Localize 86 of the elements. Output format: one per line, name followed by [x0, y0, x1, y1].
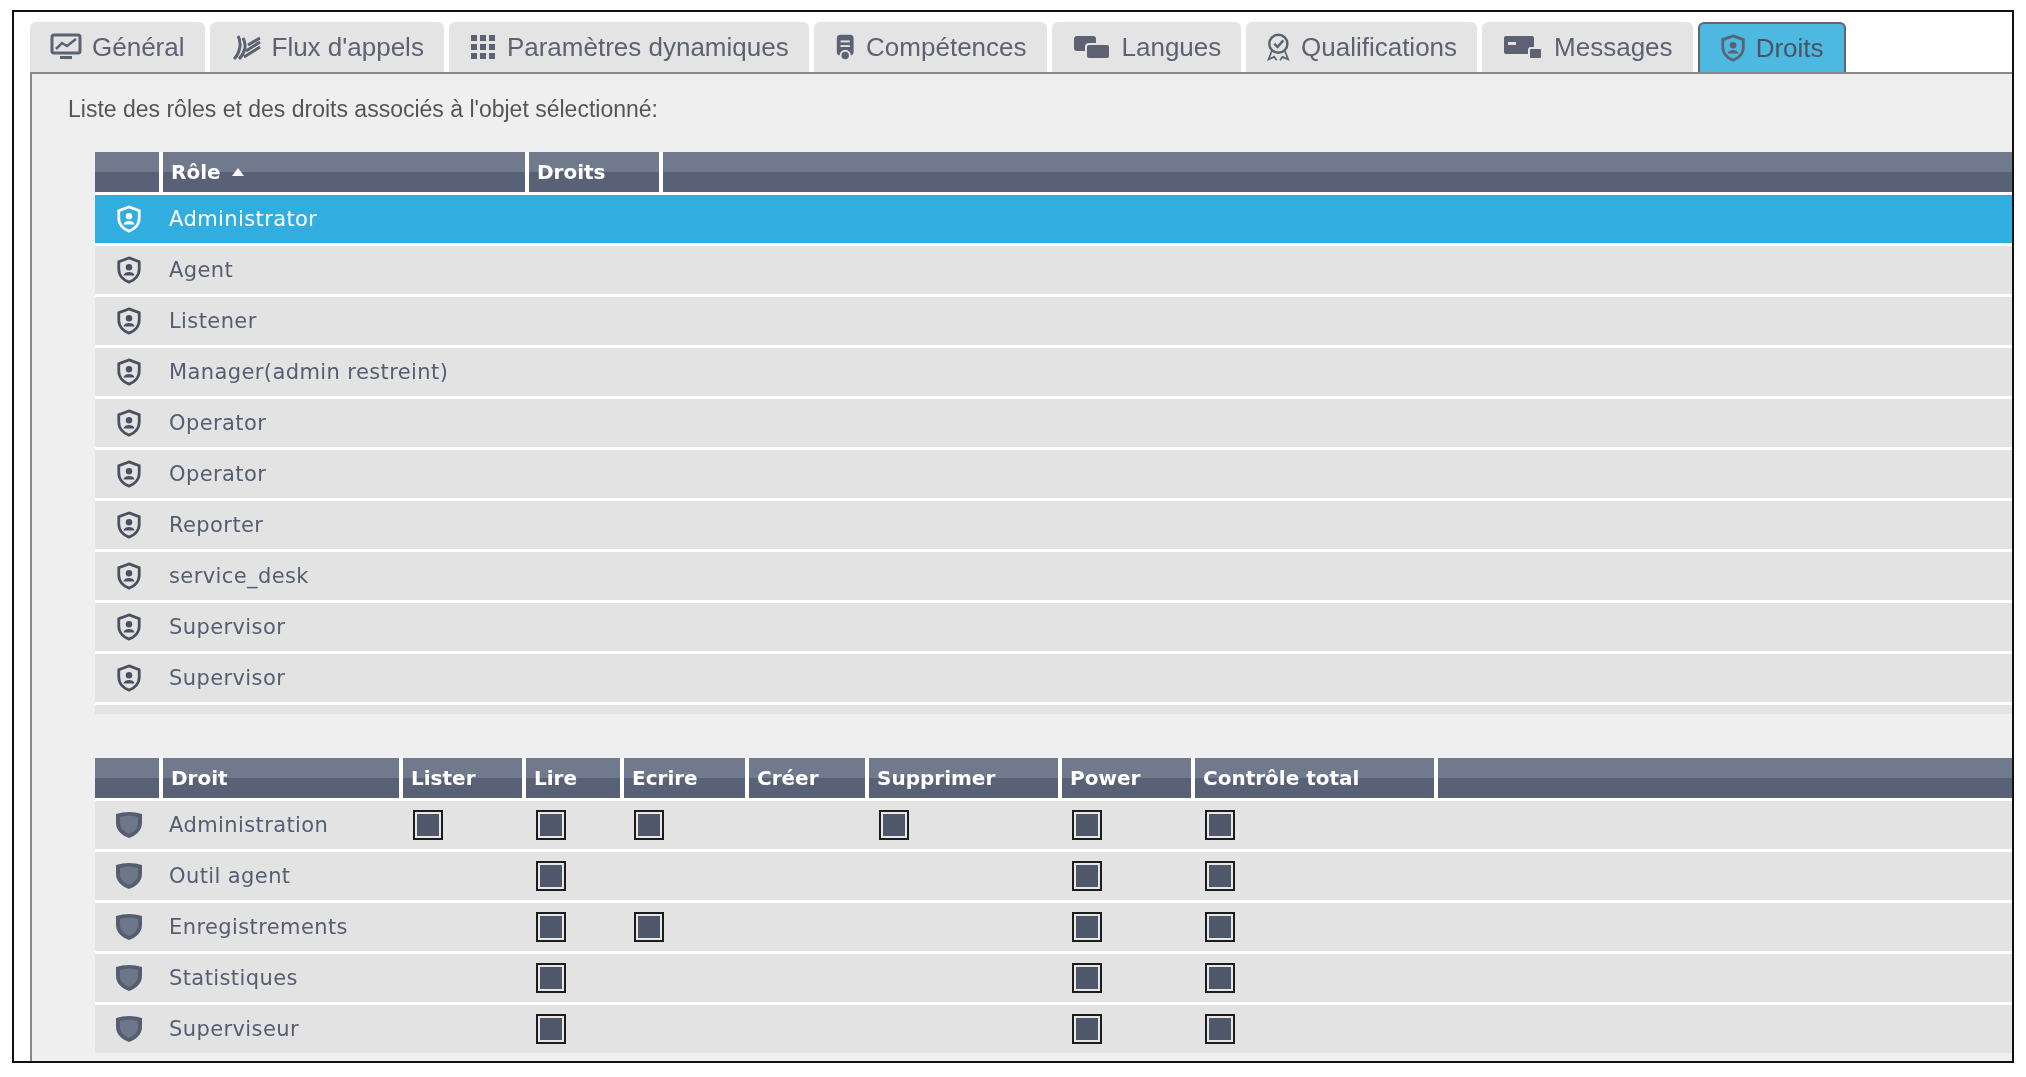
badge-icon [1266, 33, 1291, 61]
right-name: Statistiques [168, 966, 299, 990]
grid-icon [468, 33, 497, 61]
checkbox[interactable] [1205, 912, 1235, 942]
checkbox[interactable] [1072, 810, 1102, 840]
checkbox[interactable] [1072, 963, 1102, 993]
table-header-cell [95, 758, 159, 798]
shield-user-icon [116, 307, 142, 335]
role-name: Listener [168, 309, 257, 333]
shield-user-icon [116, 358, 142, 386]
role-name: Reporter [168, 513, 264, 537]
shield-icon [114, 913, 144, 941]
shield-icon [114, 811, 144, 839]
role-row[interactable]: Reporter [95, 501, 2012, 549]
checkbox[interactable] [536, 861, 566, 891]
shield-user-icon [116, 664, 142, 692]
shield-icon [114, 862, 144, 890]
checkbox[interactable] [536, 963, 566, 993]
checkbox[interactable] [1205, 1014, 1235, 1044]
column-header[interactable]: Supprimer [869, 758, 1058, 798]
column-header[interactable]: Contrôle total [1195, 758, 1434, 798]
checkbox[interactable] [1072, 861, 1102, 891]
right-name: Enregistrements [168, 915, 349, 939]
tab[interactable]: Flux d'appels [209, 22, 444, 72]
role-name: Agent [168, 258, 234, 282]
column-header[interactable]: Power [1062, 758, 1191, 798]
tab[interactable]: Droits [1697, 22, 1846, 72]
tab[interactable]: Général [30, 22, 205, 72]
column-header[interactable]: Rôle [163, 152, 525, 192]
role-row[interactable]: Manager(admin restreint) [95, 348, 2012, 396]
role-row[interactable]: service_desk [95, 552, 2012, 600]
tab[interactable]: Compétences [813, 22, 1047, 72]
right-name: Administration [168, 813, 330, 837]
role-row[interactable]: Supervisor [95, 654, 2012, 702]
table-header-cell [95, 152, 159, 192]
checkbox[interactable] [634, 810, 664, 840]
role-row[interactable]: Operator [95, 399, 2012, 447]
checkbox[interactable] [536, 1014, 566, 1044]
column-header[interactable]: Créer [749, 758, 865, 798]
role-name: Administrator [168, 207, 318, 231]
intro-text: Liste des rôles et des droits associés à l'objet sélectionné: [68, 96, 659, 124]
right-name: Outil agent [168, 864, 292, 888]
role-name: Supervisor [168, 615, 286, 639]
role-row[interactable]: Listener [95, 297, 2012, 345]
column-header[interactable]: Droits [529, 152, 659, 192]
tab[interactable]: Paramètres dynamiques [448, 22, 809, 72]
role-name: service_desk [168, 564, 309, 588]
checkbox[interactable] [1205, 861, 1235, 891]
role-row[interactable]: Agent [95, 246, 2012, 294]
tab[interactable]: Messages [1482, 22, 1693, 72]
right-name: Superviseur [168, 1017, 300, 1041]
checkbox[interactable] [1072, 1014, 1102, 1044]
translation-icon [1071, 33, 1112, 61]
checkbox[interactable] [413, 810, 443, 840]
monitor-icon [50, 33, 82, 61]
checkbox[interactable] [1205, 963, 1235, 993]
checkbox[interactable] [1205, 810, 1235, 840]
shield-user-icon [116, 460, 142, 488]
column-header[interactable]: Lire [526, 758, 620, 798]
shield-icon [114, 1015, 144, 1043]
shield-user-icon [116, 205, 142, 233]
column-header[interactable]: Droit [163, 758, 399, 798]
role-row[interactable]: Administrator [95, 195, 2012, 243]
role-row[interactable]: Operator [95, 450, 2012, 498]
shield-user-icon [116, 613, 142, 641]
shield-user-icon [116, 256, 142, 284]
checkbox[interactable] [634, 912, 664, 942]
shield-user-icon [116, 511, 142, 539]
sort-ascending-icon [230, 167, 245, 177]
shield-user-icon [116, 562, 142, 590]
column-header[interactable]: Lister [403, 758, 522, 798]
role-name: Supervisor [168, 666, 286, 690]
checkbox[interactable] [1072, 912, 1102, 942]
shield-icon [114, 964, 144, 992]
checkbox[interactable] [536, 810, 566, 840]
role-name: Operator [168, 462, 267, 486]
tab[interactable]: Langues [1051, 22, 1242, 72]
column-header[interactable]: Ecrire [624, 758, 745, 798]
role-row[interactable]: Supervisor [95, 603, 2012, 651]
checkbox[interactable] [879, 810, 909, 840]
role-name: Operator [168, 411, 267, 435]
role-name: Manager(admin restreint) [168, 360, 449, 384]
tab[interactable]: Qualifications [1246, 22, 1478, 72]
shield-user-icon [1719, 34, 1746, 62]
checkbox[interactable] [536, 912, 566, 942]
shield-user-icon [116, 409, 142, 437]
